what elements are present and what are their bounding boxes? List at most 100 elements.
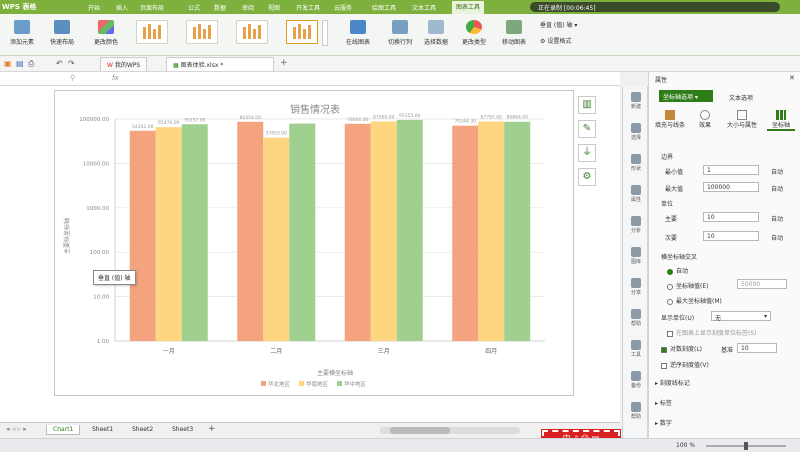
minor-auto[interactable]: 自动 <box>771 233 783 242</box>
cross-value-field[interactable]: 50000 <box>737 279 787 289</box>
legend-entry[interactable]: 华中地区 <box>344 380 367 388</box>
tab-text-options[interactable]: 文本选项 <box>729 93 753 102</box>
zoom-slider[interactable] <box>706 442 786 450</box>
gallery-scroll[interactable] <box>322 20 328 46</box>
zoom-formula-icon[interactable]: ⚲ <box>70 74 75 82</box>
bar[interactable] <box>452 125 479 341</box>
legend-entry[interactable]: 华南地区 <box>306 380 329 388</box>
sheet-tab[interactable]: Sheet2 <box>126 425 159 434</box>
ribbon-tab[interactable]: 文本工具 <box>412 3 436 12</box>
bar[interactable] <box>396 119 423 342</box>
ribbon-tab[interactable]: 页面布局 <box>140 3 164 12</box>
undo-icon[interactable]: ↶ <box>56 59 63 68</box>
cross-value-radio[interactable]: 坐标轴值(E) <box>667 281 708 290</box>
max-auto[interactable]: 自动 <box>771 184 783 193</box>
chart-style-2[interactable] <box>186 20 218 44</box>
print-icon[interactable]: ⎙ <box>28 59 34 69</box>
tick-marks-section[interactable]: ▸ 刻度线标记 <box>655 378 690 387</box>
open-folder-icon[interactable]: ▣ <box>4 59 12 68</box>
rail-item[interactable]: 形状 <box>625 154 647 172</box>
sheet-tab[interactable]: Sheet1 <box>86 425 119 434</box>
horizontal-scrollbar[interactable] <box>380 427 520 434</box>
major-auto[interactable]: 自动 <box>771 214 783 223</box>
redo-icon[interactable]: ↷ <box>68 59 75 68</box>
subtab-effects[interactable]: 效果 <box>693 110 717 129</box>
chart-elements-icon[interactable]: ▥ <box>578 96 596 114</box>
log-scale-checkbox[interactable]: 对数刻度(L) <box>661 344 702 353</box>
bar[interactable] <box>263 137 290 341</box>
subtab-axis[interactable]: 坐标轴 <box>767 110 795 131</box>
legend-entry[interactable]: 华北地区 <box>268 380 291 388</box>
bar[interactable] <box>155 127 182 341</box>
bar[interactable] <box>344 123 371 341</box>
axis-selector-dropdown[interactable]: 垂直 (值) 轴 ▾ <box>540 20 620 30</box>
reverse-checkbox[interactable]: 逆序刻度值(V) <box>661 360 709 369</box>
cross-max-radio[interactable]: 最大坐标轴值(M) <box>667 296 722 305</box>
save-icon[interactable]: ▤ <box>16 59 24 68</box>
display-units-select[interactable]: 无 ▾ <box>711 311 771 322</box>
labels-section[interactable]: ▸ 标签 <box>655 398 672 407</box>
ribbon-tab[interactable]: 绘图工具 <box>372 3 396 12</box>
online-chart-button[interactable]: 在线图表 <box>340 20 376 46</box>
rail-item[interactable]: 工具 <box>625 340 647 358</box>
formula-input[interactable] <box>126 74 616 84</box>
chart-style-4[interactable] <box>286 20 318 44</box>
ribbon-tab[interactable]: 图表工具 <box>452 1 485 14</box>
sheet-tab[interactable]: Chart1 <box>46 425 81 435</box>
rail-item[interactable]: 图库 <box>625 247 647 265</box>
subtab-fill-line[interactable]: 填充与线条 <box>655 110 685 129</box>
doc-tab-mywps[interactable]: W 我的WPS <box>100 57 148 71</box>
minor-unit-field[interactable]: 10 <box>703 231 759 241</box>
fx-label[interactable]: fx <box>112 74 119 82</box>
bar[interactable] <box>504 121 531 341</box>
ribbon-tab[interactable]: 视图 <box>268 3 280 12</box>
switch-rowcol-button[interactable]: 切换行列 <box>382 20 418 46</box>
show-units-checkbox[interactable]: 在图表上显示刻度单位标签(S) <box>667 328 757 337</box>
rail-item[interactable]: 选择 <box>625 123 647 141</box>
chart-style-1[interactable] <box>136 20 168 44</box>
select-data-button[interactable]: 选择数据 <box>418 20 454 46</box>
subtab-size-properties[interactable]: 大小与属性 <box>723 110 761 129</box>
log-base-field[interactable]: 10 <box>737 343 777 353</box>
ribbon-tab[interactable]: 云服务 <box>334 3 352 12</box>
tab-axis-options[interactable]: 坐标轴选项 ▾ <box>659 90 713 102</box>
ribbon-tab[interactable]: 数据 <box>214 3 226 12</box>
bar[interactable] <box>181 124 208 342</box>
add-sheet-icon[interactable]: + <box>208 424 216 434</box>
y-axis-title[interactable]: 主要纵坐标轴 <box>63 218 71 254</box>
add-element-button[interactable]: 添加元素 <box>4 20 40 46</box>
quick-layout-button[interactable]: 快速布局 <box>44 20 80 46</box>
rail-item[interactable]: 分享 <box>625 278 647 296</box>
doc-tab-chart-file[interactable]: ▦ 图表体验.xlsx * <box>166 57 274 71</box>
ribbon-tab[interactable]: 公式 <box>188 3 200 12</box>
bar[interactable] <box>129 130 156 341</box>
ribbon-tab[interactable]: 审阅 <box>242 3 254 12</box>
chart-filter-icon[interactable]: ⏚ <box>578 144 596 162</box>
ribbon-tab[interactable]: 插入 <box>116 3 128 12</box>
bar[interactable] <box>237 121 264 342</box>
min-auto[interactable]: 自动 <box>771 167 783 176</box>
sheet-tab[interactable]: Sheet3 <box>166 425 199 434</box>
rail-item[interactable]: 备份 <box>625 371 647 389</box>
chart-settings-icon[interactable]: ⚙ <box>578 168 596 186</box>
number-section[interactable]: ▸ 数字 <box>655 418 672 427</box>
bar[interactable] <box>478 121 505 341</box>
new-tab-icon[interactable]: + <box>280 58 288 68</box>
chart-style-3[interactable] <box>236 20 268 44</box>
major-unit-field[interactable]: 10 <box>703 212 759 222</box>
rail-item[interactable]: 帮助 <box>625 309 647 327</box>
x-axis-title[interactable]: 主要横坐标轴 <box>317 369 353 377</box>
change-type-button[interactable]: 更改类型 <box>456 20 492 46</box>
rail-item[interactable]: 属性 <box>625 185 647 203</box>
chart-style-brush-icon[interactable]: ✎ <box>578 120 596 138</box>
move-chart-button[interactable]: 移动图表 <box>496 20 532 46</box>
chart-area[interactable]: 1.00 10.00 100.00 1000.00 10000.00 100000.00 … <box>54 90 574 396</box>
rail-item[interactable]: 新建 <box>625 92 647 110</box>
change-color-button[interactable]: 更改颜色 <box>88 20 124 46</box>
rail-item[interactable]: 分析 <box>625 216 647 234</box>
bar[interactable] <box>370 121 397 342</box>
bar[interactable] <box>289 123 316 342</box>
chart-title[interactable]: 销售情况表 <box>290 103 340 116</box>
rail-item[interactable]: 帮助 <box>625 402 647 420</box>
min-value-field[interactable]: 1 <box>703 165 759 175</box>
